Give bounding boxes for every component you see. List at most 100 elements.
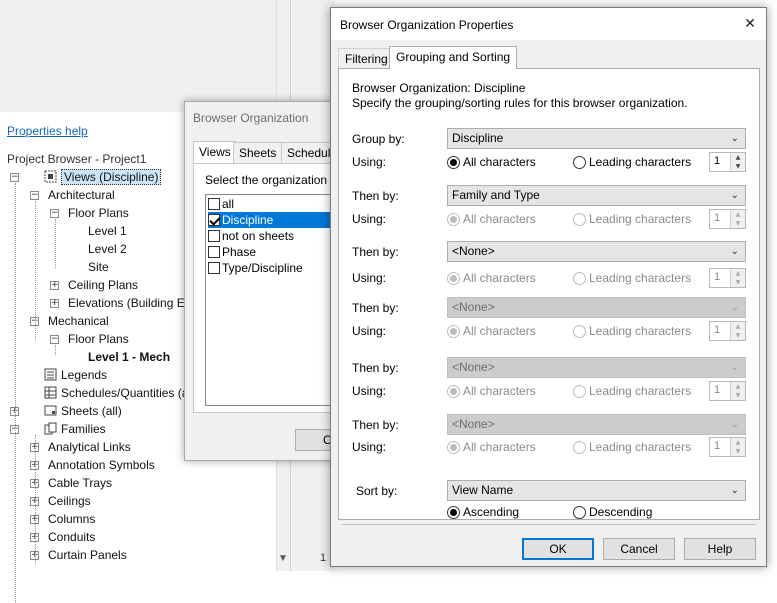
checkbox[interactable] (208, 246, 220, 258)
collapse-icon[interactable]: − (10, 173, 19, 182)
tree-item-label: Legends (61, 368, 108, 382)
descending-radio[interactable]: Descending (573, 504, 652, 520)
tree-item[interactable]: Mechanical (48, 312, 109, 330)
radio-unselected-icon (573, 213, 586, 226)
organization-list: all Discipline not on sheets Phase Type/Disc… (205, 194, 345, 406)
sort-by-dropdown[interactable]: View Name ⌄ (447, 480, 746, 501)
help-button[interactable]: Help (684, 538, 756, 560)
organization-list-item[interactable]: not on sheets (208, 228, 345, 244)
tree-item[interactable]: Columns (48, 510, 95, 528)
tree-item[interactable]: Conduits (48, 528, 95, 546)
spin-up-icon: ▲ (730, 438, 745, 447)
collapse-icon[interactable]: − (50, 209, 59, 218)
radio-unselected-icon (573, 385, 586, 398)
group-by-dropdown[interactable]: Discipline ⌄ (447, 128, 746, 149)
then-by-dropdown[interactable]: Family and Type ⌄ (447, 185, 746, 206)
radio-unselected-icon (573, 325, 586, 338)
radio-selected-icon (447, 385, 460, 398)
tree-item[interactable]: Families (44, 420, 106, 438)
tree-item-label: Cable Trays (48, 476, 113, 490)
tree-item[interactable]: Level 1 (88, 222, 127, 240)
all-characters-radio: All characters (447, 383, 536, 399)
leading-characters-stepper: 1 ▲ ▼ (709, 381, 746, 401)
tree-item-label: Elevations (Building E (68, 296, 185, 310)
tab-sheets[interactable]: Sheets (233, 142, 283, 163)
tree-item[interactable]: Level 1 - Mech (88, 348, 170, 366)
ascending-radio[interactable]: Ascending (447, 504, 519, 520)
then-by-dropdown[interactable]: <None> ⌄ (447, 241, 746, 262)
leading-characters-radio: Leading characters (573, 323, 691, 339)
all-characters-label: All characters (463, 271, 536, 285)
all-characters-label: All characters (463, 212, 536, 226)
chevron-down-icon: ⌄ (730, 133, 739, 144)
tree-item-label: Sheets (all) (61, 404, 122, 418)
close-icon[interactable]: ✕ (737, 11, 763, 37)
tree-item[interactable]: Architectural (48, 186, 115, 204)
tab-grouping-and-sorting[interactable]: Grouping and Sorting (389, 46, 518, 69)
all-characters-radio[interactable]: All characters (447, 154, 536, 170)
tree-item[interactable]: Floor Plans (68, 204, 129, 222)
tree-item-label: Level 1 - Mech (88, 350, 171, 364)
leading-characters-label: Leading characters (589, 212, 692, 226)
expand-icon[interactable]: + (50, 281, 59, 290)
organization-list-item[interactable]: all (208, 196, 345, 212)
tree-item[interactable]: Legends (44, 366, 107, 384)
organization-name: Browser Organization: Discipline (352, 81, 526, 95)
radio-selected-icon (447, 156, 460, 169)
browser-organization-dialog: Browser Organization Views Sheets Schedu… (184, 101, 349, 461)
browser-organization-properties-dialog: Browser Organization Properties ✕ Filter… (330, 7, 767, 567)
using-label: Using: (352, 271, 387, 285)
leading-characters-stepper: 1 ▲ ▼ (709, 152, 746, 172)
tab-content: Select the organization sch all Disciplin… (193, 163, 349, 413)
leading-characters-stepper: 1 ▲ ▼ (709, 437, 746, 457)
chevron-down-icon: ⌄ (730, 362, 739, 373)
organization-list-item[interactable]: Phase (208, 244, 345, 260)
tree-item-label: Architectural (48, 188, 115, 202)
schedule-icon (44, 386, 57, 399)
tree-item[interactable]: Sheets (all) (44, 402, 122, 420)
tree-item[interactable]: Annotation Symbols (48, 456, 155, 474)
tree-item[interactable]: Views (Discipline) (44, 168, 162, 186)
collapse-icon[interactable]: − (30, 191, 39, 200)
grouping-sorting-panel: Browser Organization: Discipline Specify… (338, 68, 760, 525)
tree-item[interactable]: Elevations (Building E (68, 294, 185, 312)
project-browser-title: Project Browser - Project1 (7, 152, 147, 166)
ascending-label: Ascending (463, 505, 520, 519)
tree-item[interactable]: Ceilings (48, 492, 91, 510)
checkbox[interactable] (208, 214, 220, 226)
spin-up-icon: ▲ (730, 382, 745, 391)
sort-by-value: View Name (452, 483, 514, 497)
tree-item[interactable]: Cable Trays (48, 474, 112, 492)
leading-characters-radio[interactable]: Leading characters (573, 154, 691, 170)
properties-help-link[interactable]: Properties help (7, 124, 88, 138)
collapse-icon[interactable]: − (50, 335, 59, 344)
using-label: Using: (352, 384, 387, 398)
tree-item-label: Ceiling Plans (68, 278, 139, 292)
tree-item[interactable]: Floor Plans (68, 330, 129, 348)
chevron-down-icon: ⌄ (730, 485, 739, 496)
tree-item[interactable]: Site (88, 258, 109, 276)
expand-icon[interactable]: + (50, 299, 59, 308)
legend-icon (44, 368, 57, 381)
tree-item[interactable]: Analytical Links (48, 438, 131, 456)
leading-characters-label: Leading characters (589, 440, 692, 454)
checkbox[interactable] (208, 262, 220, 274)
instruction-text: Select the organization sch (205, 173, 350, 187)
all-characters-radio: All characters (447, 211, 536, 227)
tree-item[interactable]: Ceiling Plans (68, 276, 138, 294)
tab-views[interactable]: Views (193, 141, 237, 164)
organization-list-item[interactable]: Type/Discipline (208, 260, 345, 276)
checkbox[interactable] (208, 198, 220, 210)
scroll-down-arrow-icon[interactable]: ▼ (276, 553, 290, 569)
cancel-button[interactable]: Cancel (603, 538, 675, 560)
tree-item[interactable]: Level 2 (88, 240, 127, 258)
checkbox[interactable] (208, 230, 220, 242)
ok-button[interactable]: OK (522, 538, 594, 560)
leading-characters-radio: Leading characters (573, 270, 691, 286)
tab-filtering[interactable]: Filtering (338, 48, 395, 69)
organization-list-item[interactable]: Discipline (208, 212, 345, 228)
spin-up-icon: ▲ (730, 210, 745, 219)
tree-item[interactable]: Curtain Panels (48, 546, 127, 564)
tree-item[interactable]: Schedules/Quantities (all) (44, 384, 198, 402)
then-by-dropdown: <None> ⌄ (447, 357, 746, 378)
